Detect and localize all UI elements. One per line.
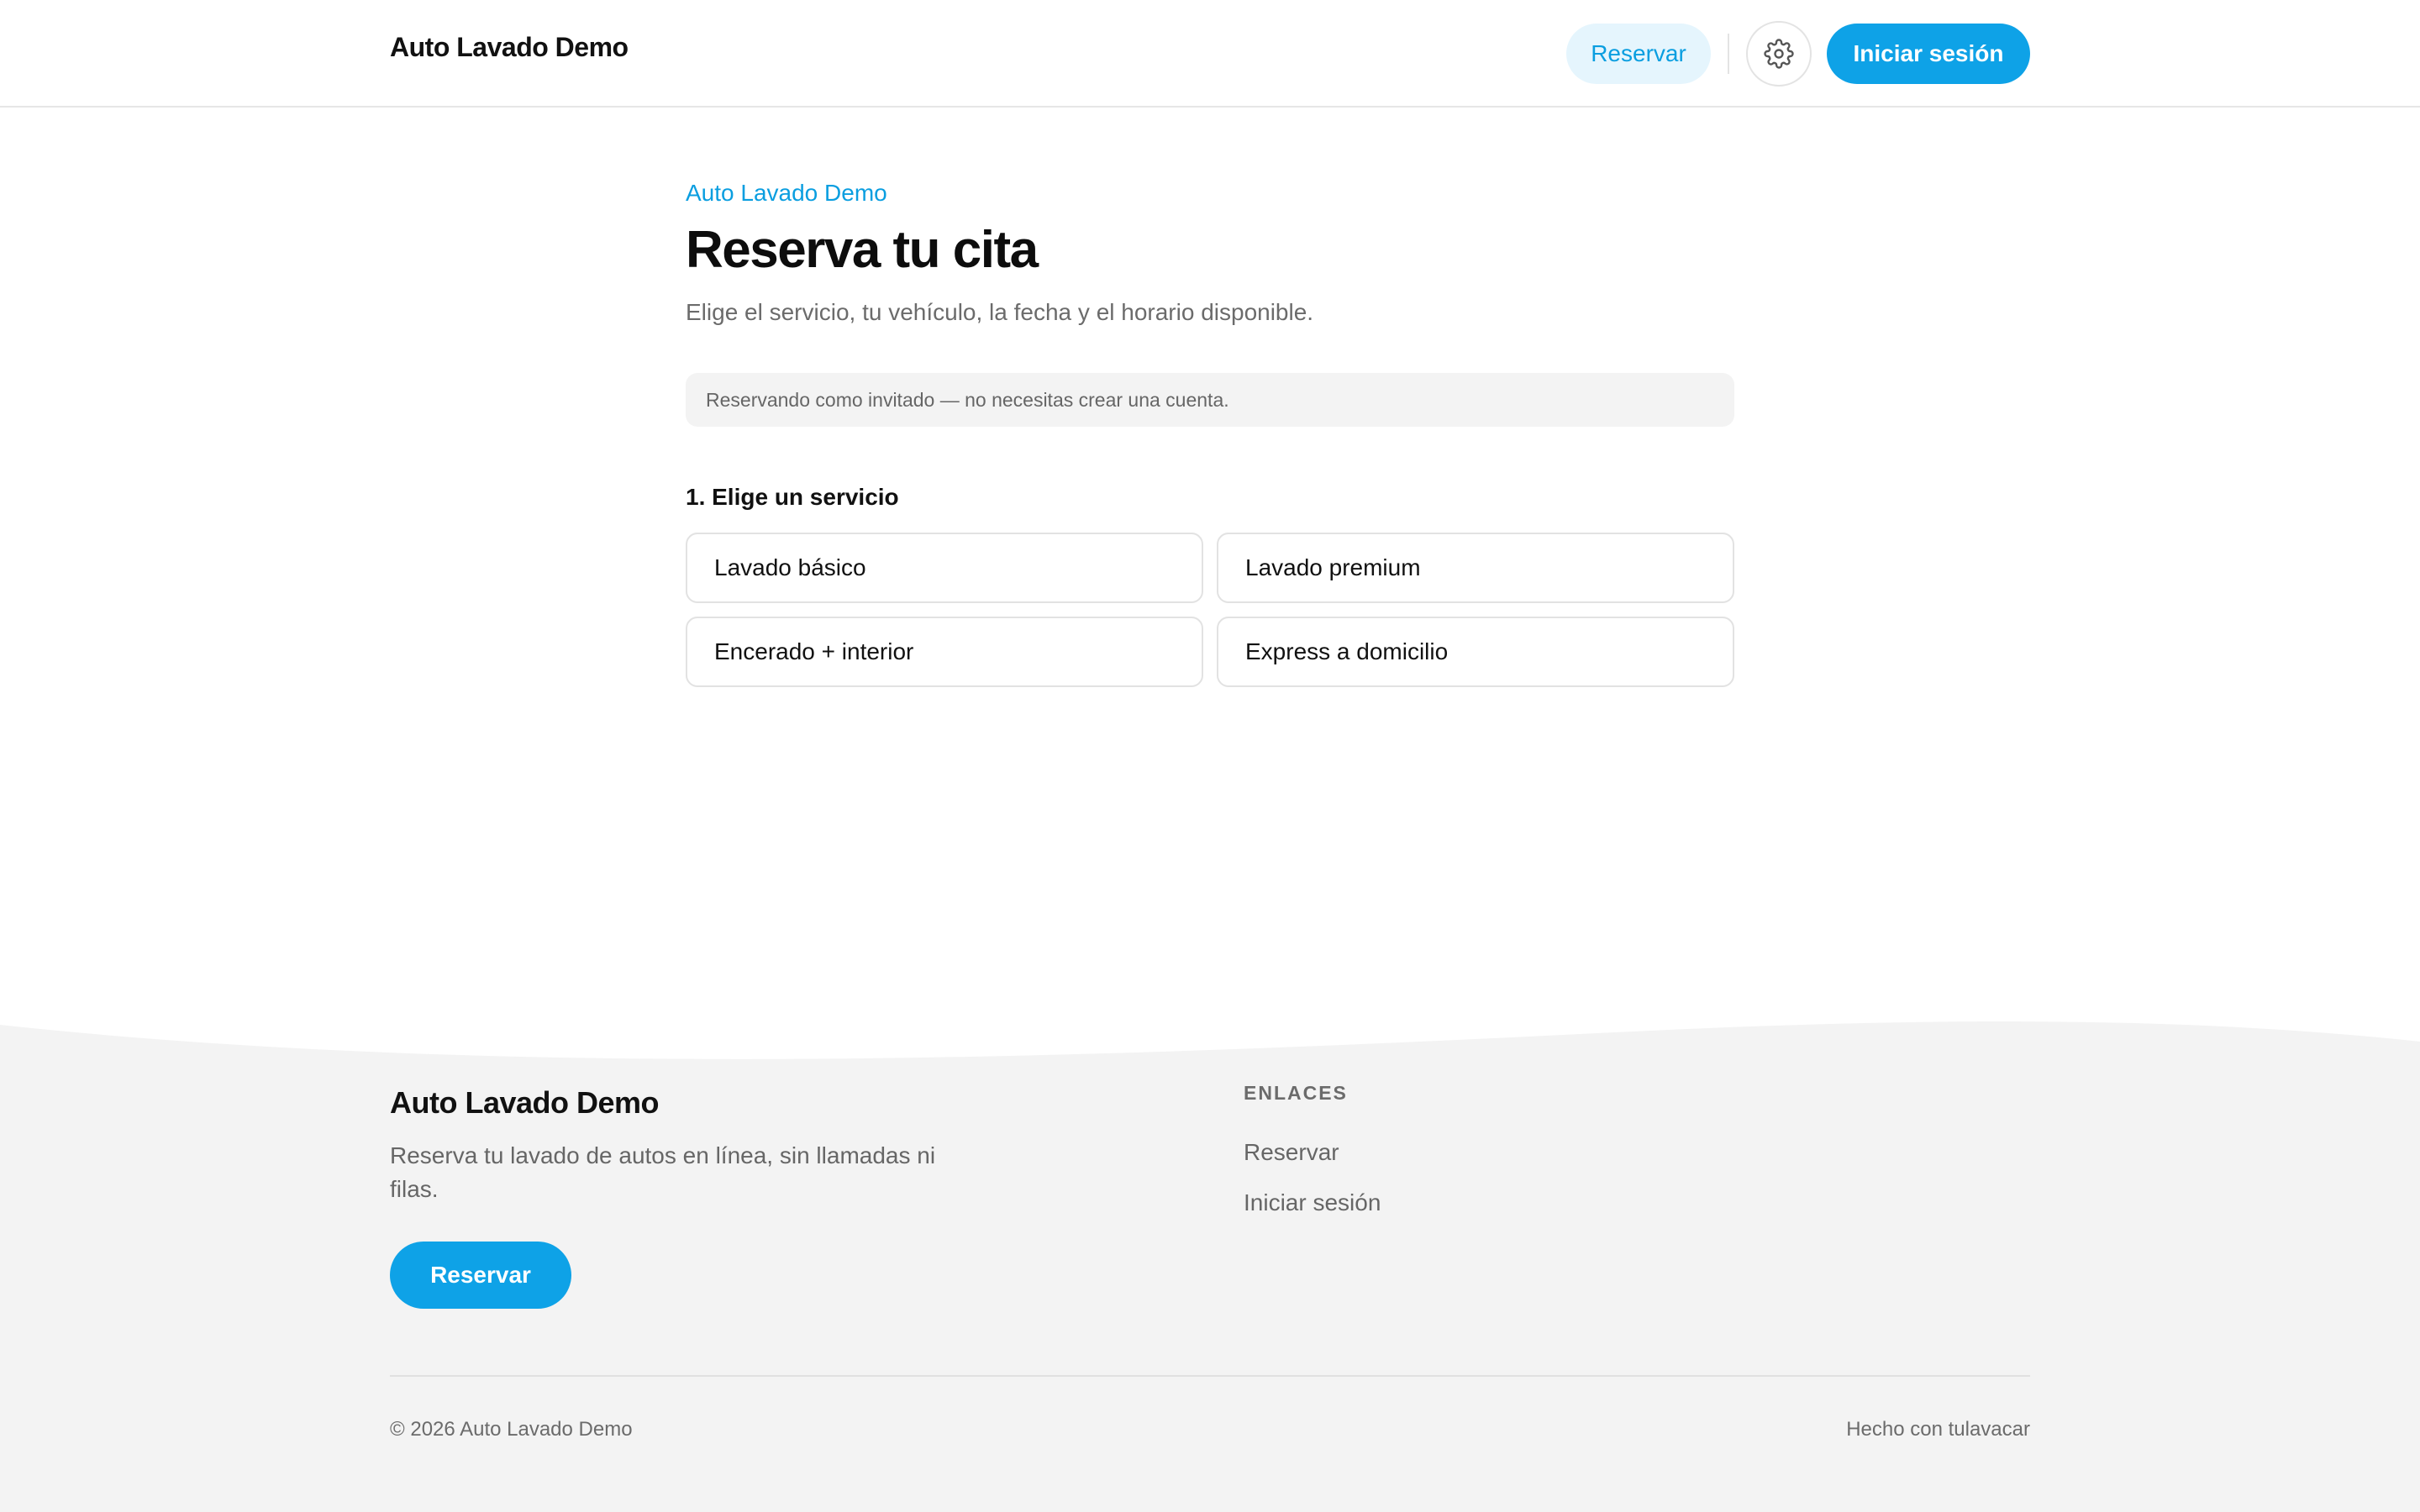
page-subtitle: Elige el servicio, tu vehículo, la fecha… (686, 299, 1314, 325)
footer-description: Reserva tu lavado de autos en línea, sin… (390, 1142, 936, 1202)
brand-logo-text[interactable]: Auto Lavado Demo (390, 32, 629, 63)
copyright-text: © 2026 Auto Lavado Demo (390, 1418, 633, 1441)
header-actions: Reservar Iniciar sesión (1566, 21, 2030, 87)
made-with-link[interactable]: Hecho con tulavacar (1846, 1418, 2030, 1441)
settings-button[interactable] (1746, 21, 1812, 87)
reserve-button[interactable]: Reservar (1566, 24, 1711, 84)
header-divider (1728, 34, 1729, 74)
step-title: 1. Elige un servicio (686, 484, 899, 510)
footer-link-reserve[interactable]: Reservar (1244, 1139, 1339, 1166)
gear-icon (1764, 39, 1794, 69)
site-footer: Auto Lavado Demo Reserva tu lavado de au… (0, 1065, 2420, 1512)
service-options: Lavado básico Lavado premium Encerado + … (686, 533, 1734, 687)
booking-section: Auto Lavado Demo Reserva tu cita Elige e… (686, 176, 1734, 687)
guest-notice: Reservando como invitado — no necesitas … (686, 373, 1734, 427)
login-button[interactable]: Iniciar sesión (1827, 24, 2030, 84)
eyebrow-text: Auto Lavado Demo (686, 180, 887, 206)
footer-wave-divider (0, 1021, 2420, 1067)
top-navbar: Auto Lavado Demo Reservar Iniciar sesión (0, 0, 2420, 108)
footer-divider (390, 1375, 2030, 1377)
footer-link-login[interactable]: Iniciar sesión (1244, 1189, 1381, 1216)
footer-brand: Auto Lavado Demo (390, 1085, 660, 1120)
service-option-premium[interactable]: Lavado premium (1217, 533, 1734, 603)
page-title: Reserva tu cita (686, 221, 1039, 279)
service-option-wax-interior[interactable]: Encerado + interior (686, 617, 1203, 687)
service-option-express-home[interactable]: Express a domicilio (1217, 617, 1734, 687)
footer-reserve-button[interactable]: Reservar (390, 1242, 571, 1309)
footer-links-heading: ENLACES (1244, 1082, 1348, 1104)
service-option-basic[interactable]: Lavado básico (686, 533, 1203, 603)
